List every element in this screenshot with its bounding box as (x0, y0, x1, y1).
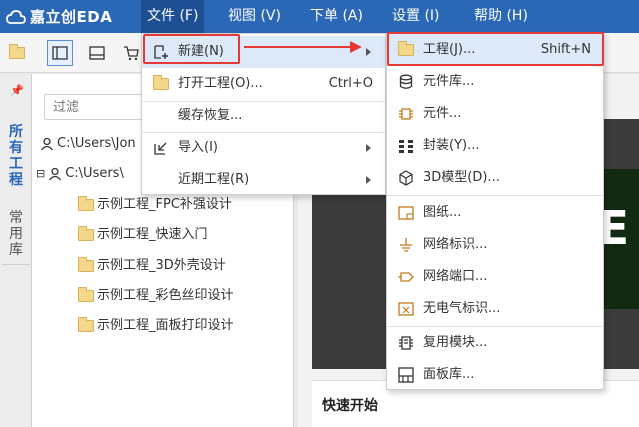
new-submenu-dropdown: 工程(J)... Shift+N 元件库... 元件... 封装(Y)... 3… (386, 33, 604, 390)
tree-row-label: 示例工程_3D外壳设计 (97, 258, 226, 273)
tree-row-user-path-2[interactable]: ⊟ C:\Users\ (36, 162, 124, 186)
folder-icon (78, 196, 94, 211)
database-icon (397, 74, 415, 90)
menu-item-label: 元件... (423, 106, 462, 121)
logo-text: 嘉立创EDA (30, 8, 113, 26)
menu-item-new-net-port[interactable]: 网络端口... (387, 261, 603, 293)
menu-settings[interactable]: 设置 (I) (386, 0, 446, 33)
cloud-logo-icon (6, 9, 26, 24)
module-icon (397, 335, 415, 351)
menu-order[interactable]: 下单 (A) (304, 0, 369, 33)
pin-icon[interactable]: 📌 (10, 84, 24, 97)
menu-item-new-net-label[interactable]: 网络标识... (387, 229, 603, 261)
tree-row-label: 示例工程_彩色丝印设计 (97, 288, 234, 303)
tree-row-project[interactable]: 示例工程_3D外壳设计 (78, 254, 226, 278)
cart-icon (124, 46, 139, 61)
menu-item-new-no-erc[interactable]: 无电气标识... (387, 293, 603, 325)
menu-item-label: 网络标识... (423, 237, 488, 252)
footprint-icon (397, 138, 415, 154)
menu-item-label: 导入(I) (178, 140, 218, 155)
folder-icon (78, 317, 94, 332)
ground-icon (397, 237, 415, 253)
app-logo: 嘉立创EDA (6, 6, 112, 27)
chip-icon (397, 106, 415, 122)
menu-item-open-project[interactable]: 打开工程(O)... Ctrl+O (142, 68, 385, 100)
submenu-arrow-icon (366, 176, 371, 184)
menu-item-new-panel-library[interactable]: 面板库... (387, 359, 603, 391)
submenu-arrow-icon (366, 48, 371, 56)
menu-item-label: 近期工程(R) (178, 172, 250, 187)
user-icon (40, 137, 54, 151)
menu-item-import[interactable]: 导入(I) (142, 132, 385, 164)
menu-help[interactable]: 帮助 (H) (468, 0, 534, 33)
menu-item-new-component-library[interactable]: 元件库... (387, 66, 603, 98)
folder-icon (78, 257, 94, 272)
cube-icon (397, 170, 415, 186)
quick-start-title: 快速开始 (322, 398, 378, 414)
menu-view[interactable]: 视图 (V) (222, 0, 287, 33)
menu-item-label: 封装(Y)... (423, 138, 480, 153)
side-rail: 📌 所有工程 常用库 (0, 74, 32, 427)
tree-row-user-path-1[interactable]: C:\Users\Jon (40, 132, 136, 156)
tree-row-label: 示例工程_面板打印设计 (97, 318, 234, 333)
menu-item-new-3d-model[interactable]: 3D模型(D)... (387, 162, 603, 194)
tab-all-projects[interactable]: 所有工程 (6, 124, 26, 188)
bottom-panel-toggle-button[interactable] (84, 40, 110, 66)
tree-row-project[interactable]: 示例工程_彩色丝印设计 (78, 284, 234, 308)
menu-item-label: 缓存恢复... (178, 108, 243, 123)
user-icon (49, 167, 62, 181)
highlight-box-new (143, 34, 240, 64)
menu-item-new-reuse-module[interactable]: 复用模块... (387, 327, 603, 359)
folder-icon (78, 287, 94, 302)
port-icon (397, 269, 415, 285)
collapse-toggle-icon[interactable]: ⊟ (36, 162, 45, 186)
tab-common-library[interactable]: 常用库 (6, 210, 26, 258)
menu-item-recent-projects[interactable]: 近期工程(R) (142, 164, 385, 196)
menu-item-label: 3D模型(D)... (423, 170, 500, 185)
menu-item-label: 网络端口... (423, 269, 488, 284)
menu-item-label: 元件库... (423, 74, 475, 89)
highlight-box-new-project (387, 32, 604, 66)
left-panel-toggle-button[interactable] (47, 40, 73, 66)
panel-bottom-icon (89, 46, 105, 60)
menu-item-label: 面板库... (423, 367, 475, 382)
tree-row-label: C:\Users\Jon (57, 136, 136, 151)
tree-row-project[interactable]: 示例工程_面板打印设计 (78, 314, 234, 338)
menu-bar: 嘉立创EDA 文件 (F) 视图 (V) 下单 (A) 设置 (I) 帮助 (H… (0, 0, 639, 33)
menu-item-label: 无电气标识... (423, 301, 501, 316)
shortcut-label: Ctrl+O (328, 76, 373, 91)
menu-separator (387, 195, 603, 196)
sheet-icon (397, 205, 415, 221)
tree-row-label: 示例工程_快速入门 (97, 227, 208, 242)
open-folder-button[interactable] (4, 40, 30, 66)
red-arrow-icon (244, 41, 362, 53)
menu-item-label: 打开工程(O)... (178, 76, 263, 91)
no-erc-icon (397, 301, 415, 317)
menu-item-new-component[interactable]: 元件... (387, 98, 603, 130)
menu-file[interactable]: 文件 (F) (141, 0, 205, 33)
menu-item-new-sheet[interactable]: 图纸... (387, 197, 603, 229)
tree-row-label: C:\Users\ (65, 166, 124, 181)
folder-icon (78, 226, 94, 241)
menu-item-cache-restore[interactable]: 缓存恢复... (142, 100, 385, 132)
menu-item-label: 复用模块... (423, 335, 488, 350)
panel-left-icon (52, 46, 68, 60)
submenu-arrow-icon (366, 144, 371, 152)
rail-divider (2, 264, 30, 265)
import-icon (152, 140, 170, 156)
panel-icon (397, 367, 415, 383)
folder-icon (152, 75, 170, 92)
menu-item-label: 图纸... (423, 205, 462, 220)
menu-item-new-footprint[interactable]: 封装(Y)... (387, 130, 603, 162)
tree-row-project[interactable]: 示例工程_快速入门 (78, 223, 208, 247)
folder-icon (9, 44, 25, 59)
tree-row-label: 示例工程_FPC补强设计 (97, 197, 232, 212)
tree-row-project[interactable]: 示例工程_FPC补强设计 (78, 193, 232, 217)
